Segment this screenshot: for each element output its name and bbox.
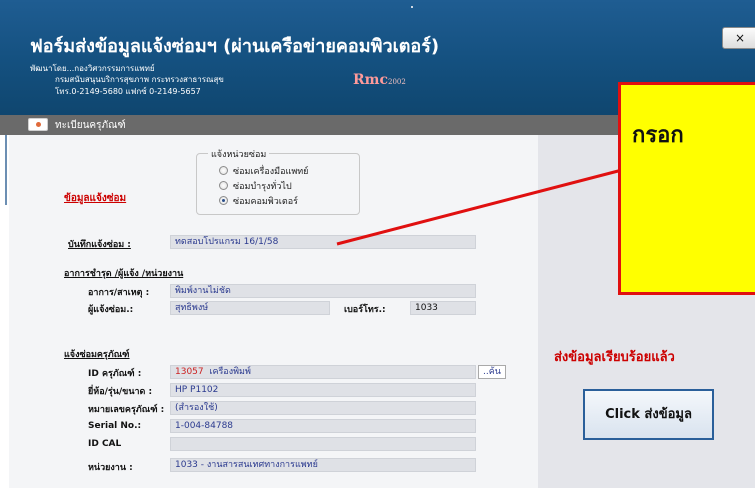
callout-box	[618, 82, 755, 295]
callout-text: กรอก	[632, 123, 684, 148]
